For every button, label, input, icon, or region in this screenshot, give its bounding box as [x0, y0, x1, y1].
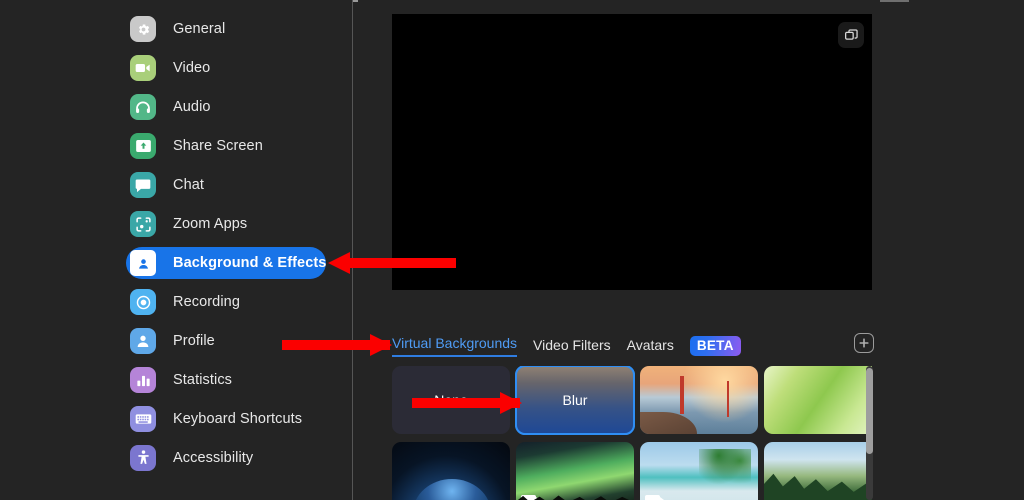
sidebar-item-label: Accessibility [173, 450, 253, 466]
sidebar-item-chat[interactable]: Chat [126, 169, 326, 201]
background-thumbnail-forest[interactable] [764, 442, 872, 500]
sidebar-item-label: Share Screen [173, 138, 263, 154]
keyboard-icon [130, 406, 156, 432]
tab-virtual-backgrounds[interactable]: Virtual Backgrounds [392, 335, 517, 357]
background-thumbnail-grass[interactable] [764, 366, 872, 434]
background-thumbnail-beach[interactable] [640, 442, 758, 500]
sidebar-item-share-screen[interactable]: Share Screen [126, 130, 326, 162]
background-thumbnail-blur[interactable]: Blur [516, 366, 634, 434]
sidebar-item-label: General [173, 21, 225, 37]
beta-badge: BETA [690, 336, 741, 356]
virtual-background-grid[interactable]: None Blur [392, 366, 872, 500]
sidebar-item-recording[interactable]: Recording [126, 286, 326, 318]
sidebar-item-label: Profile [173, 333, 215, 349]
arrow-pointing-to-virtual-backgrounds-tab [282, 334, 392, 356]
record-icon [130, 289, 156, 315]
sidebar-item-label: Zoom Apps [173, 216, 247, 232]
camera-icon [130, 55, 156, 81]
sidebar-item-label: Audio [173, 99, 211, 115]
background-thumbnail-earth[interactable] [392, 442, 510, 500]
background-tabs: Virtual Backgrounds Video Filters Avatar… [392, 332, 872, 360]
arrow-shaft [348, 258, 456, 268]
sidebar-item-general[interactable]: General [126, 13, 326, 45]
bar-chart-icon [130, 367, 156, 393]
video-badge-icon [521, 495, 536, 500]
arrow-head [328, 252, 350, 274]
zoom-apps-icon [130, 211, 156, 237]
background-thumbnail-aurora[interactable] [516, 442, 634, 500]
gear-icon [130, 16, 156, 42]
sidebar-item-label: Chat [173, 177, 204, 193]
arrow-pointing-to-background-effects [328, 252, 458, 274]
sidebar-item-video[interactable]: Video [126, 52, 326, 84]
sidebar-content-divider [352, 0, 353, 500]
background-thumbnail-golden-gate-bridge[interactable] [640, 366, 758, 434]
zoom-settings-window: General Video Audio [0, 0, 1024, 500]
plus-icon[interactable] [854, 333, 874, 353]
sidebar-item-zoom-apps[interactable]: Zoom Apps [126, 208, 326, 240]
sidebar-item-label: Recording [173, 294, 240, 310]
headphones-icon [130, 94, 156, 120]
grid-scrollbar-thumb[interactable] [866, 368, 873, 454]
share-screen-icon [130, 133, 156, 159]
tab-video-filters[interactable]: Video Filters [533, 337, 611, 356]
background-effects-icon [130, 250, 156, 276]
chat-bubble-icon [130, 172, 156, 198]
thumbnail-label: Blur [516, 366, 634, 434]
sidebar-item-keyboard-shortcuts[interactable]: Keyboard Shortcuts [126, 403, 326, 435]
sidebar-item-label: Keyboard Shortcuts [173, 411, 302, 427]
arrow-pointing-to-blur-thumbnail [412, 392, 522, 414]
sidebar-item-label: Video [173, 60, 210, 76]
sidebar-item-audio[interactable]: Audio [126, 91, 326, 123]
tab-avatars[interactable]: Avatars [627, 337, 674, 356]
accessibility-icon [130, 445, 156, 471]
settings-sidebar: General Video Audio [0, 0, 352, 500]
sidebar-item-accessibility[interactable]: Accessibility [126, 442, 326, 474]
sidebar-item-label: Statistics [173, 372, 232, 388]
arrow-head [500, 392, 522, 414]
window-top-edge-right [880, 0, 909, 2]
picture-in-picture-icon[interactable] [838, 22, 864, 48]
sidebar-item-statistics[interactable]: Statistics [126, 364, 326, 396]
person-icon [130, 328, 156, 354]
arrow-head [370, 334, 392, 356]
video-badge-icon [645, 495, 660, 500]
sidebar-item-label: Background & Effects [173, 255, 326, 271]
video-preview [392, 14, 872, 290]
sidebar-item-background-effects[interactable]: Background & Effects [126, 247, 326, 279]
